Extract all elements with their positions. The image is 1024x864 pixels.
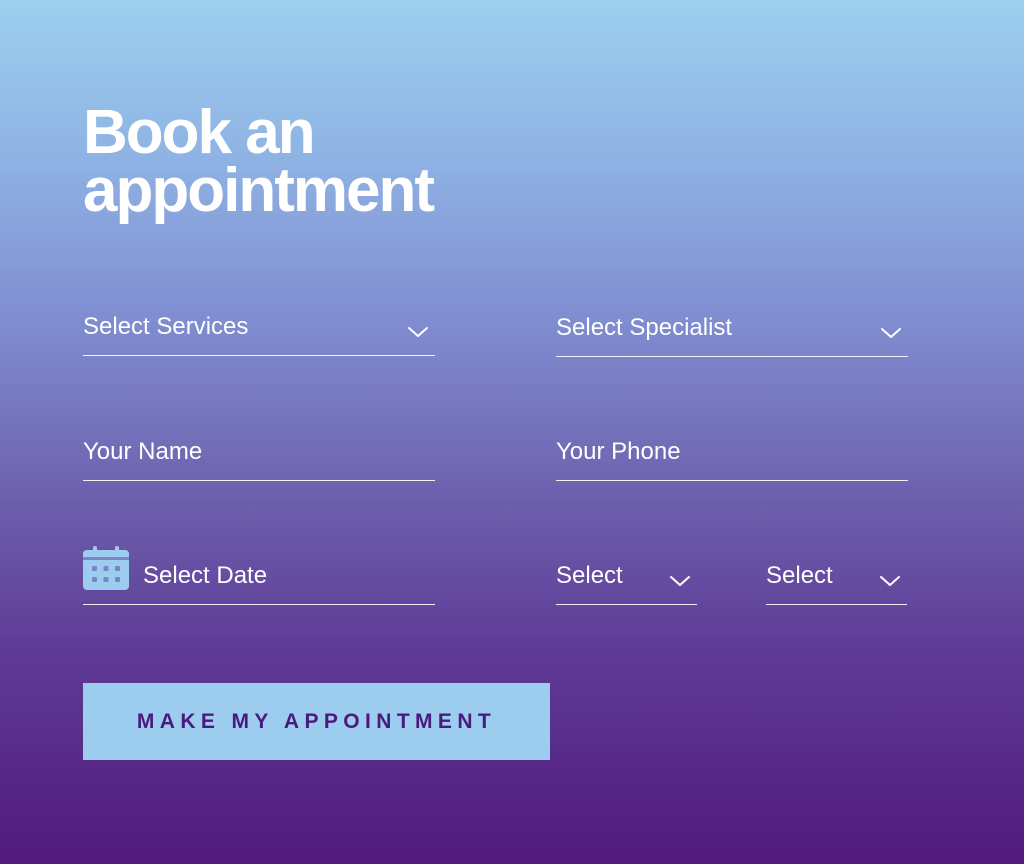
chevron-down-icon <box>880 576 900 586</box>
time-select-1-label: Select <box>556 562 623 589</box>
date-field-placeholder: Select Date <box>143 562 268 589</box>
services-select-label: Select Services <box>83 313 249 340</box>
phone-field-placeholder: Your Phone <box>556 438 681 465</box>
specialist-select[interactable]: Select Specialist <box>556 313 908 357</box>
title-line-2: appointment <box>83 156 435 225</box>
services-select[interactable]: Select Services <box>83 312 435 356</box>
chevron-down-icon <box>670 576 690 586</box>
phone-field[interactable]: Your Phone <box>556 437 908 481</box>
specialist-select-label: Select Specialist <box>556 314 733 341</box>
date-field[interactable]: Select Date <box>83 546 435 605</box>
name-field-placeholder: Your Name <box>83 438 203 465</box>
name-field[interactable]: Your Name <box>83 437 435 481</box>
make-appointment-button[interactable]: MAKE MY APPOINTMENT <box>83 683 550 760</box>
page-title: Book an appointment <box>83 102 543 222</box>
chevron-down-icon <box>408 327 428 337</box>
chevron-down-icon <box>881 328 901 338</box>
time-select-2-label: Select <box>766 562 833 589</box>
calendar-icon <box>83 546 129 590</box>
time-select-1[interactable]: Select <box>556 561 697 605</box>
time-select-2[interactable]: Select <box>766 561 907 605</box>
